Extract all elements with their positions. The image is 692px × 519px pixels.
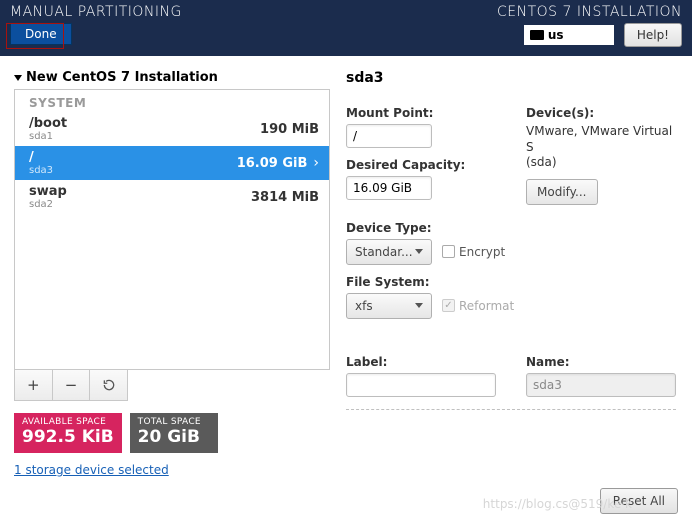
desired-capacity-label: Desired Capacity: bbox=[346, 158, 506, 172]
refresh-icon bbox=[102, 378, 116, 392]
device-type-value: Standar... bbox=[355, 245, 413, 259]
add-partition-button[interactable]: + bbox=[15, 370, 53, 400]
label-input[interactable] bbox=[346, 373, 496, 397]
top-bar: MANUAL PARTITIONING Done CENTOS 7 INSTAL… bbox=[0, 0, 692, 56]
device-text: VMware, VMware Virtual S (sda) bbox=[526, 124, 676, 171]
keyboard-icon bbox=[530, 30, 544, 40]
filesystem-select[interactable]: xfs bbox=[346, 293, 432, 319]
partition-tree: SYSTEM /boot sda1 190 MiB / sda3 16.09 G… bbox=[14, 89, 330, 370]
modify-device-button[interactable]: Modify... bbox=[526, 179, 598, 205]
mount-point-label: Mount Point: bbox=[346, 106, 506, 120]
filesystem-value: xfs bbox=[355, 299, 373, 313]
partition-mount: / bbox=[29, 150, 53, 165]
reformat-checkbox-row: ✓ Reformat bbox=[442, 299, 514, 313]
devices-label: Device(s): bbox=[526, 106, 676, 120]
encrypt-checkbox[interactable] bbox=[442, 245, 455, 258]
remove-partition-button[interactable]: − bbox=[53, 370, 91, 400]
chevron-down-icon bbox=[415, 303, 423, 308]
partition-device: sda2 bbox=[29, 199, 67, 210]
partition-size: 3814 MiB bbox=[251, 190, 319, 205]
refresh-button[interactable] bbox=[90, 370, 127, 400]
partition-toolbar: + − bbox=[14, 370, 128, 401]
device-type-select[interactable]: Standar... bbox=[346, 239, 432, 265]
name-input bbox=[526, 373, 676, 397]
tree-section-label: SYSTEM bbox=[15, 90, 329, 112]
tree-root[interactable]: New CentOS 7 Installation bbox=[14, 70, 330, 85]
tree-root-label: New CentOS 7 Installation bbox=[26, 70, 218, 85]
partition-size: 190 MiB bbox=[260, 122, 319, 137]
reformat-checkbox: ✓ bbox=[442, 299, 455, 312]
available-space-label: AVAILABLE SPACE bbox=[22, 417, 114, 427]
device-type-label: Device Type: bbox=[346, 221, 676, 235]
done-button[interactable]: Done bbox=[10, 23, 72, 45]
partition-mount: swap bbox=[29, 184, 67, 199]
chevron-down-icon bbox=[415, 249, 423, 254]
total-space-label: TOTAL SPACE bbox=[138, 417, 210, 427]
chevron-right-icon: › bbox=[313, 155, 319, 171]
label-field-label: Label: bbox=[346, 355, 506, 369]
details-title: sda3 bbox=[346, 70, 676, 86]
partition-device: sda1 bbox=[29, 131, 67, 142]
partition-mount: /boot bbox=[29, 116, 67, 131]
keyboard-layout-value: us bbox=[548, 28, 564, 42]
partition-row-boot[interactable]: /boot sda1 190 MiB bbox=[15, 112, 329, 146]
partition-row-root[interactable]: / sda3 16.09 GiB › bbox=[15, 146, 329, 180]
reset-all-button[interactable]: Reset All bbox=[600, 488, 678, 514]
help-button[interactable]: Help! bbox=[624, 23, 682, 47]
partition-size: 16.09 GiB bbox=[237, 156, 308, 171]
storage-devices-link[interactable]: 1 storage device selected bbox=[14, 463, 330, 477]
dashed-separator bbox=[346, 409, 676, 410]
partition-details-pane: sda3 Mount Point: Desired Capacity: Devi… bbox=[336, 56, 692, 483]
filesystem-label: File System: bbox=[346, 275, 676, 289]
partition-list-pane: New CentOS 7 Installation SYSTEM /boot s… bbox=[0, 56, 336, 483]
keyboard-layout-selector[interactable]: us bbox=[524, 25, 614, 45]
available-space-box: AVAILABLE SPACE 992.5 KiB bbox=[14, 413, 122, 453]
reformat-label: Reformat bbox=[459, 299, 514, 313]
name-field-label: Name: bbox=[526, 355, 676, 369]
installer-title: CENTOS 7 INSTALLATION bbox=[497, 4, 682, 20]
encrypt-label: Encrypt bbox=[459, 245, 505, 259]
encrypt-checkbox-row[interactable]: Encrypt bbox=[442, 245, 505, 259]
partition-row-swap[interactable]: swap sda2 3814 MiB bbox=[15, 180, 329, 214]
partition-device: sda3 bbox=[29, 165, 53, 176]
available-space-value: 992.5 KiB bbox=[22, 427, 114, 447]
total-space-value: 20 GiB bbox=[138, 427, 210, 447]
footer-bar: https://blog.cs@519/ke·k Reset All bbox=[0, 483, 692, 519]
mount-point-input[interactable] bbox=[346, 124, 432, 148]
caret-down-icon bbox=[14, 75, 22, 81]
total-space-box: TOTAL SPACE 20 GiB bbox=[130, 413, 218, 453]
desired-capacity-input[interactable] bbox=[346, 176, 432, 200]
page-title: MANUAL PARTITIONING bbox=[10, 4, 182, 20]
